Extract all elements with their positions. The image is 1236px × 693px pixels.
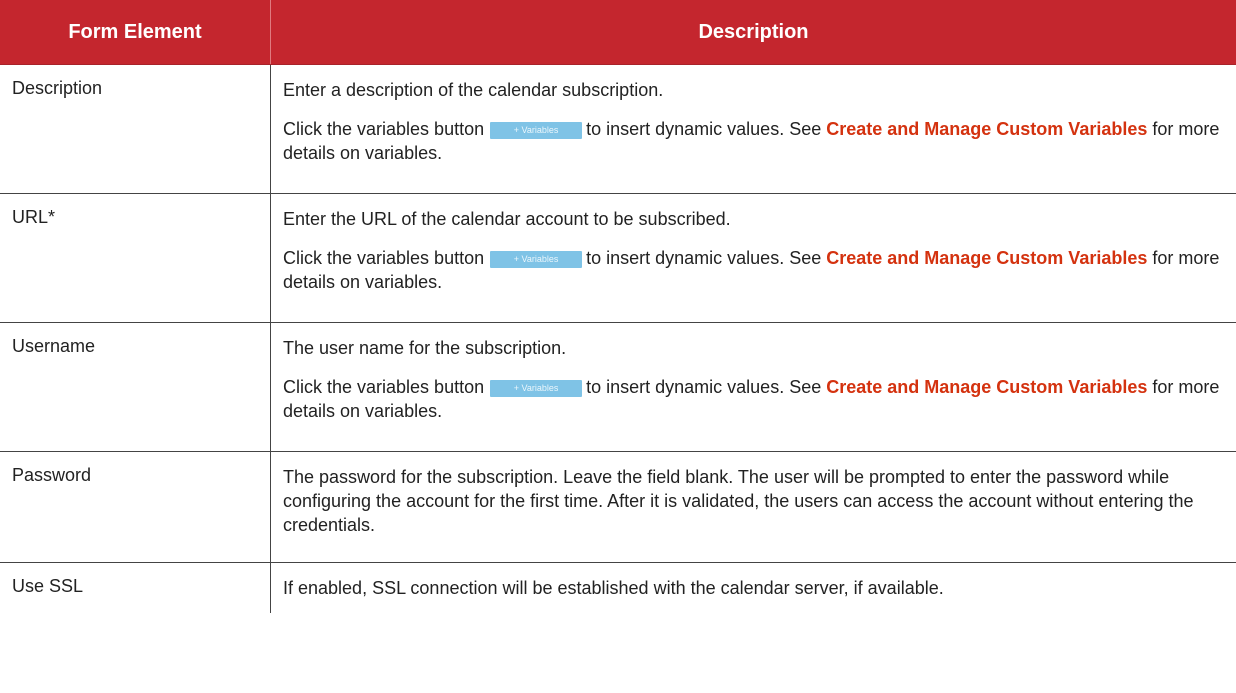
description-text: If enabled, SSL connection will be estab… (283, 578, 944, 598)
row-description: If enabled, SSL connection will be estab… (271, 563, 1236, 613)
row-description: The user name for the subscription. Clic… (271, 323, 1236, 451)
custom-variables-link[interactable]: Create and Manage Custom Variables (826, 377, 1147, 397)
hint-text: Click the variables button (283, 119, 485, 139)
table-row: Description Enter a description of the c… (0, 65, 1236, 194)
table-row: URL* Enter the URL of the calendar accou… (0, 194, 1236, 323)
description-text: Enter the URL of the calendar account to… (283, 209, 731, 229)
custom-variables-link[interactable]: Create and Manage Custom Variables (826, 119, 1147, 139)
variables-hint: Click the variables button + Variables to … (283, 117, 1222, 165)
table-row: Use SSL If enabled, SSL connection will … (0, 563, 1236, 613)
hint-text: to insert dynamic values. See (586, 377, 822, 397)
table-row: Password The password for the subscripti… (0, 452, 1236, 563)
variables-button[interactable]: + Variables (490, 251, 583, 268)
hint-text: to insert dynamic values. See (586, 119, 822, 139)
custom-variables-link[interactable]: Create and Manage Custom Variables (826, 248, 1147, 268)
row-description: Enter a description of the calendar subs… (271, 65, 1236, 193)
variables-hint: Click the variables button + Variables to … (283, 246, 1222, 294)
row-description: The password for the subscription. Leave… (271, 452, 1236, 562)
header-form-element: Form Element (0, 0, 271, 64)
hint-text: Click the variables button (283, 248, 485, 268)
variables-button[interactable]: + Variables (490, 380, 583, 397)
description-text: The user name for the subscription. (283, 338, 567, 358)
header-description: Description (698, 20, 809, 43)
row-element-label: Description (0, 65, 271, 193)
row-description: Enter the URL of the calendar account to… (271, 194, 1236, 322)
variables-hint: Click the variables button + Variables to … (283, 375, 1222, 423)
table-row: Username The user name for the subscript… (0, 323, 1236, 452)
row-element-label: URL* (0, 194, 271, 322)
row-element-label: Username (0, 323, 271, 451)
variables-button[interactable]: + Variables (490, 122, 583, 139)
row-element-label: Use SSL (0, 563, 271, 613)
table-header: Form Element Description (0, 0, 1236, 65)
hint-text: Click the variables button (283, 377, 485, 397)
form-elements-table: Form Element Description Description Ent… (0, 0, 1236, 613)
description-text: The password for the subscription. Leave… (283, 467, 1194, 535)
hint-text: to insert dynamic values. See (586, 248, 822, 268)
row-element-label: Password (0, 452, 271, 562)
description-text: Enter a description of the calendar subs… (283, 80, 664, 100)
